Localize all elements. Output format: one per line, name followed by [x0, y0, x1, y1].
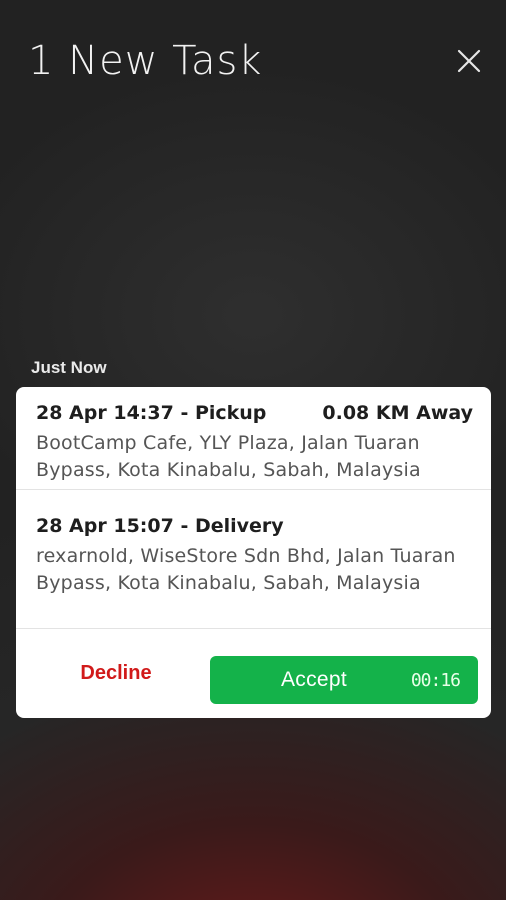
pickup-header: 28 Apr 14:37 - Pickup 0.08 KM Away [36, 402, 473, 424]
delivery-stop: 28 Apr 15:07 - Delivery rexarnold, WiseS… [16, 490, 491, 629]
accept-countdown: 00:16 [410, 669, 461, 691]
pickup-stop: 28 Apr 14:37 - Pickup 0.08 KM Away BootC… [16, 387, 491, 490]
accept-label: Accept [281, 668, 347, 691]
delivery-time-type: 28 Apr 15:07 - Delivery [36, 515, 284, 537]
delivery-header: 28 Apr 15:07 - Delivery [36, 515, 473, 537]
delivery-address: rexarnold, WiseStore Sdn Bhd, Jalan Tuar… [36, 545, 456, 594]
close-icon [457, 49, 481, 73]
task-card[interactable]: 28 Apr 14:37 - Pickup 0.08 KM Away BootC… [16, 387, 491, 718]
decline-button[interactable]: Decline [36, 653, 196, 693]
page-title: 1 New Task [28, 38, 263, 84]
pickup-address: BootCamp Cafe, YLY Plaza, Jalan Tuaran B… [36, 432, 421, 481]
pickup-time-type: 28 Apr 14:37 - Pickup [36, 402, 267, 424]
accept-button[interactable]: Accept 00:16 [210, 656, 478, 704]
task-actions: Decline Accept 00:16 [16, 629, 491, 718]
pickup-distance: 0.08 KM Away [322, 402, 473, 424]
close-button[interactable] [452, 44, 486, 78]
header: 1 New Task [0, 0, 506, 120]
task-group-label: Just Now [31, 358, 107, 377]
